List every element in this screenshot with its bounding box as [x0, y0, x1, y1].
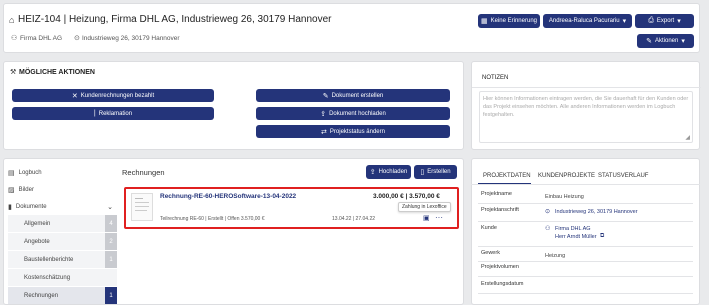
- company-name[interactable]: Firma DHL AG: [20, 35, 62, 42]
- row-divider: [478, 246, 693, 247]
- resize-handle-icon[interactable]: ◢: [685, 134, 690, 142]
- actions-button[interactable]: ✎ Aktionen ▾: [637, 34, 694, 48]
- close-icon: ✕: [71, 92, 78, 100]
- value-customer-contact[interactable]: Herr Arndt Müller: [555, 234, 597, 240]
- create-button[interactable]: ▯ Erstellen: [414, 165, 457, 179]
- reminder-button[interactable]: ▦ Keine Erinnerung: [478, 14, 540, 28]
- count-badge: 1: [105, 287, 117, 304]
- swap-icon: ⇄: [321, 128, 327, 136]
- actions-card: ⚒ MÖGLICHE AKTIONEN ✕ Kundenrechnungen b…: [3, 61, 464, 150]
- notes-card: NOTIZEN Hier können Informationen eintra…: [471, 61, 701, 150]
- label-customer: Kunde: [481, 225, 497, 231]
- person-icon: ⚇: [545, 226, 551, 232]
- notes-textarea[interactable]: Hier können Informationen eintragen werd…: [479, 91, 693, 143]
- sidebar-item-offers[interactable]: Angebote 2: [8, 233, 117, 250]
- upload-document-button[interactable]: ⇪ Dokument hochladen: [256, 107, 450, 120]
- wrench-icon: ⚒: [10, 69, 17, 76]
- invoice-thumbnail: [131, 193, 153, 221]
- invoice-amounts: 3.000,00 € | 3.570,00 €: [373, 193, 440, 200]
- sidebar-item-documents[interactable]: ▮ Dokumente ⌄: [8, 198, 117, 215]
- upload-button[interactable]: ⇪ Hochladen: [366, 165, 411, 179]
- chevron-down-icon: ⌄: [107, 203, 113, 211]
- count-badge: 2: [105, 233, 117, 250]
- value-project-address[interactable]: Industrieweg 26, 30179 Hannover: [555, 209, 638, 215]
- tab-status-history[interactable]: STATUSVERLAUF: [598, 173, 648, 179]
- upload-icon: ⇪: [369, 169, 376, 176]
- row-divider: [478, 276, 693, 277]
- location-icon: ⊙: [545, 209, 551, 215]
- image-icon: ▨: [8, 186, 15, 194]
- print-icon: ⎙: [648, 17, 654, 24]
- count-badge: 1: [105, 251, 117, 268]
- row-divider: [478, 203, 693, 204]
- tab-notes[interactable]: NOTIZEN: [482, 75, 508, 81]
- export-button[interactable]: ⎙ Export ▾: [635, 14, 694, 28]
- file-icon: ▯: [420, 169, 425, 176]
- invoice-meta: Teilrechnung RE-60 | Erstellt | Offen 3.…: [160, 216, 265, 222]
- external-link-icon[interactable]: ⧉: [600, 233, 604, 240]
- notes-divider: [472, 87, 701, 88]
- sidebar-item-cost-estimate[interactable]: Kostenschätzung: [8, 269, 117, 286]
- sidebar-item-invoices[interactable]: Rechnungen 1: [8, 287, 117, 304]
- sidebar-item-site-reports[interactable]: Baustellenberichte 1: [8, 251, 117, 268]
- page-title: HEIZ-104 | Heizung, Firma DHL AG, Indust…: [18, 14, 332, 25]
- label-project-volume: Projektvolumen: [481, 264, 519, 270]
- sidebar-item-images[interactable]: ▨ Bilder: [8, 181, 117, 198]
- company-icon: ⚇: [11, 35, 18, 42]
- company-address[interactable]: Industrieweg 26, 30179 Hannover: [82, 35, 180, 42]
- payment-icon[interactable]: ▣: [423, 214, 430, 222]
- documents-sidebar: ▤ Logbuch ▨ Bilder ▮ Dokumente ⌄ Allgeme…: [4, 159, 117, 304]
- location-icon: ⊙: [74, 35, 80, 42]
- more-icon[interactable]: ···: [435, 213, 443, 222]
- chevron-down-icon: ▾: [677, 18, 681, 25]
- notes-placeholder: Hier können Informationen eintragen werd…: [483, 96, 689, 118]
- invoices-paid-button[interactable]: ✕ Kundenrechnungen bezahlt: [12, 89, 214, 102]
- edit-icon: ✎: [322, 92, 329, 100]
- upload-icon: ⇪: [320, 110, 327, 118]
- label-creation-date: Erstellungsdatum: [481, 281, 524, 287]
- pipe-icon: |: [93, 110, 96, 117]
- change-status-button[interactable]: ⇄ Projektstatus ändern: [256, 125, 450, 138]
- logbook-icon: ▤: [8, 169, 15, 177]
- header-card: ⌂ HEIZ-104 | Heizung, Firma DHL AG, Indu…: [3, 3, 700, 53]
- label-project-name: Projektname: [481, 191, 512, 197]
- actions-title: MÖGLICHE AKTIONEN: [19, 69, 95, 76]
- documents-card: ▤ Logbuch ▨ Bilder ▮ Dokumente ⌄ Allgeme…: [3, 158, 464, 305]
- calendar-icon: ▦: [481, 18, 488, 25]
- value-customer-company[interactable]: Firma DHL AG: [555, 226, 591, 232]
- row-divider: [478, 293, 693, 294]
- pencil-icon: ✎: [646, 38, 652, 45]
- chevron-down-icon: ▾: [622, 18, 627, 25]
- create-document-button[interactable]: ✎ Dokument erstellen: [256, 89, 450, 102]
- sidebar-item-logbook[interactable]: ▤ Logbuch: [8, 164, 117, 181]
- label-project-address: Projektanschrift: [481, 207, 519, 213]
- row-divider: [478, 221, 693, 222]
- project-icon: ⌂: [9, 15, 15, 25]
- row-divider: [478, 261, 693, 262]
- user-dropdown[interactable]: Andreea-Raluca Pacurariu ▾: [543, 14, 632, 28]
- tab-project-data[interactable]: PROJEKTDATEN: [483, 173, 531, 179]
- invoice-name[interactable]: Rechnung-RE-60-HEROSoftware-13-04-2022: [160, 193, 296, 200]
- complaint-button[interactable]: | Reklamation: [12, 107, 214, 120]
- tab-customer-projects[interactable]: KUNDENPROJEKTE: [538, 173, 595, 179]
- invoice-dates: 13.04.22 | 27.04.22: [332, 216, 376, 222]
- value-project-name: Einbau Heizung: [545, 194, 584, 200]
- value-trade: Heizung: [545, 253, 566, 259]
- label-trade: Gewerk: [481, 250, 500, 256]
- project-tabs-divider: [471, 184, 700, 185]
- invoices-title: Rechnungen: [122, 168, 165, 177]
- chevron-down-icon: ▾: [681, 38, 685, 45]
- sidebar-item-general[interactable]: Allgemein 4: [8, 215, 117, 232]
- count-badge: 4: [105, 215, 117, 232]
- payment-tooltip: Zahlung in Lexoffice: [398, 202, 451, 212]
- invoice-item[interactable]: Rechnung-RE-60-HEROSoftware-13-04-2022 3…: [124, 187, 459, 229]
